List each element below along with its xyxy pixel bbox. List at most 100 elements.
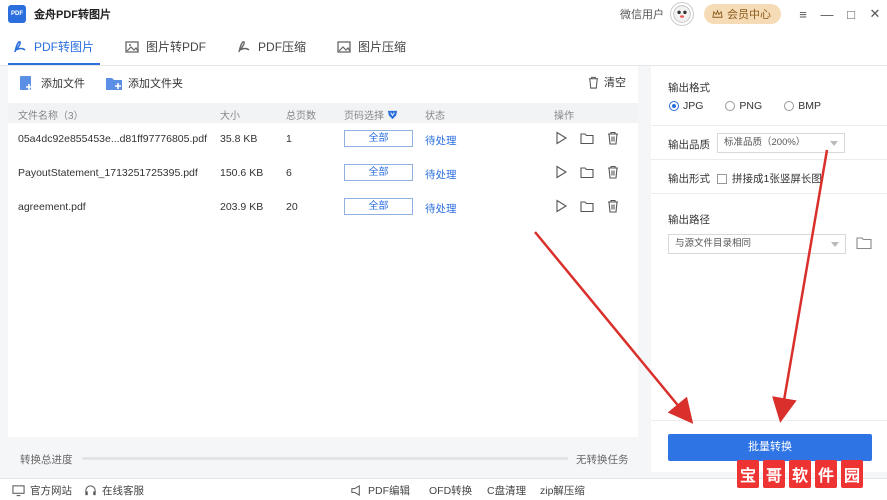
add-file-button[interactable]: 添加文件	[18, 75, 85, 91]
delete-button[interactable]	[606, 130, 620, 146]
member-center-label: 会员中心	[727, 9, 771, 21]
format-png-radio[interactable]: PNG	[725, 100, 762, 112]
ofd-convert-link[interactable]: OFD转换	[429, 483, 472, 498]
pdf-edit-link[interactable]: PDF编辑	[350, 483, 410, 498]
output-form-label: 输出形式	[668, 173, 710, 185]
browse-folder-button[interactable]	[856, 236, 872, 253]
footer-label: OFD转换	[429, 485, 473, 497]
page-range-button[interactable]: 全部	[344, 164, 413, 181]
file-size: 150.6 KB	[220, 167, 264, 179]
minimize-button[interactable]: —	[815, 2, 839, 26]
tab-image-to-pdf[interactable]: 图片转PDF	[112, 28, 224, 65]
watermark-char: 件	[815, 460, 837, 488]
open-folder-button[interactable]	[580, 130, 594, 146]
pdf-to-image-icon	[14, 40, 26, 52]
close-button[interactable]: ✕	[863, 2, 887, 26]
tab-label: 图片压缩	[358, 40, 407, 54]
file-name: agreement.pdf	[18, 201, 86, 213]
c-disk-clean-link[interactable]: C盘清理	[487, 483, 526, 498]
vip-badge-icon	[387, 110, 398, 120]
watermark-char: 软	[789, 460, 811, 488]
app-title: 金舟PDF转图片	[34, 9, 111, 21]
crown-icon	[712, 9, 723, 18]
open-folder-button[interactable]	[580, 198, 594, 214]
output-path-label: 输出路径	[668, 214, 710, 226]
watermark-char: 哥	[763, 460, 785, 488]
delete-button[interactable]	[606, 164, 620, 180]
monitor-icon	[12, 485, 25, 497]
file-pages: 1	[286, 133, 292, 145]
divider	[651, 420, 887, 421]
format-bmp-radio[interactable]: BMP	[784, 100, 821, 112]
play-button[interactable]	[554, 130, 568, 146]
file-status: 待处理	[425, 169, 457, 181]
table-row: 05a4dc92e855453e...d81ff97776805.pdf 35.…	[8, 123, 638, 157]
clear-button[interactable]: 清空	[587, 74, 626, 90]
output-form-section: 输出形式 拼接成1张竖屏长图	[651, 160, 887, 194]
member-center-button[interactable]: 会员中心	[704, 4, 781, 24]
header-pages: 总页数	[286, 111, 316, 122]
zip-extract-link[interactable]: zip解压缩	[540, 483, 585, 498]
tab-label: PDF转图片	[34, 40, 95, 54]
play-icon	[556, 199, 568, 213]
tab-bar: PDF转图片 图片转PDF PDF压缩 图片压缩	[0, 28, 887, 66]
play-button[interactable]	[554, 164, 568, 180]
quality-value: 标准品质（200%）	[724, 137, 806, 148]
avatar[interactable]	[670, 2, 694, 26]
chevron-down-icon	[831, 242, 839, 247]
username-label[interactable]: 微信用户	[620, 6, 664, 22]
quality-select[interactable]: 标准品质（200%）	[717, 133, 845, 153]
folder-icon	[580, 167, 594, 179]
clear-label: 清空	[604, 77, 626, 89]
progress-label: 转换总进度	[20, 454, 73, 466]
page-range-button[interactable]: 全部	[344, 198, 413, 215]
header-status: 状态	[425, 111, 445, 122]
pdf-compress-icon	[238, 40, 250, 52]
path-select[interactable]: 与源文件目录相同	[668, 234, 846, 254]
table-row: agreement.pdf 203.9 KB 20 全部 待处理	[8, 191, 638, 225]
footer-label: C盘清理	[487, 485, 527, 497]
add-file-icon	[20, 76, 32, 90]
image-compress-icon	[337, 40, 351, 53]
tab-pdf-to-image[interactable]: PDF转图片	[0, 28, 112, 65]
play-button[interactable]	[554, 198, 568, 214]
path-value: 与源文件目录相同	[675, 238, 752, 249]
output-quality-label: 输出品质	[668, 139, 710, 151]
tab-image-compress[interactable]: 图片压缩	[324, 28, 424, 65]
watermark-char: 宝	[737, 460, 759, 488]
open-folder-button[interactable]	[580, 164, 594, 180]
trash-icon	[608, 199, 618, 213]
long-image-checkbox[interactable]: 拼接成1张竖屏长图	[717, 171, 822, 186]
title-bar: PDF 金舟PDF转图片 微信用户 会员中心 ≡ — □ ✕	[0, 0, 887, 28]
maximize-button[interactable]: □	[839, 2, 863, 26]
header-ops: 操作	[554, 111, 574, 122]
file-size: 35.8 KB	[220, 133, 258, 145]
format-jpg-radio[interactable]: JPG	[669, 100, 703, 112]
add-folder-button[interactable]: 添加文件夹	[105, 75, 183, 91]
file-name: 05a4dc92e855453e...d81ff97776805.pdf	[18, 133, 207, 145]
file-list-panel: 添加文件 添加文件夹 清空 文件名称（3） 大小 总页数 页码选择 状态 操作 …	[8, 66, 638, 437]
avatar-icon	[673, 5, 691, 23]
chevron-down-icon	[830, 141, 838, 146]
folder-icon	[580, 133, 594, 145]
tab-pdf-compress[interactable]: PDF压缩	[224, 28, 324, 65]
output-format-label: 输出格式	[668, 82, 710, 94]
menu-button[interactable]: ≡	[791, 2, 815, 26]
output-quality-section: 输出品质 标准品质（200%）	[651, 126, 887, 160]
megaphone-icon	[351, 484, 360, 497]
delete-button[interactable]	[606, 198, 620, 214]
official-website-link[interactable]: 官方网站	[12, 483, 72, 498]
image-to-pdf-icon	[125, 40, 139, 53]
trash-icon	[608, 165, 618, 179]
file-pages: 6	[286, 167, 292, 179]
file-status: 待处理	[425, 135, 457, 147]
folder-icon	[856, 237, 872, 250]
online-support-link[interactable]: 在线客服	[84, 483, 144, 498]
table-row: PayoutStatement_1713251725395.pdf 150.6 …	[8, 157, 638, 191]
footer-label: zip解压缩	[540, 485, 585, 497]
radio-dot	[669, 101, 679, 111]
play-icon	[556, 165, 568, 179]
file-size: 203.9 KB	[220, 201, 264, 213]
page-range-button[interactable]: 全部	[344, 130, 413, 147]
trash-icon	[588, 76, 599, 89]
